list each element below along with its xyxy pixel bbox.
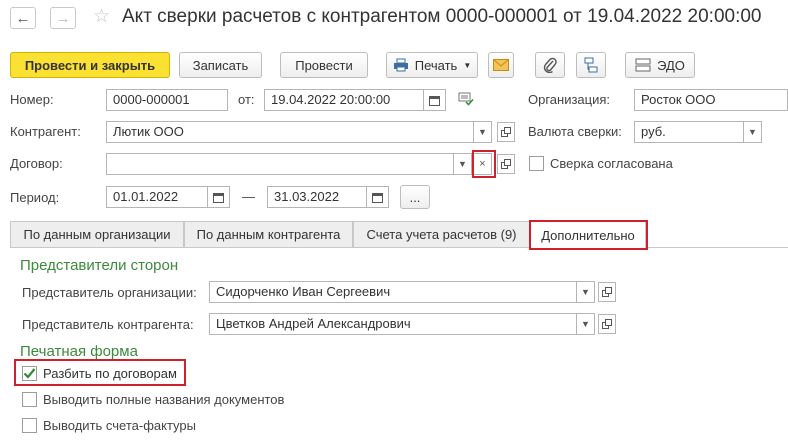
arrow-right-icon: → (55, 9, 71, 27)
open-window-icon (501, 159, 511, 169)
edo-icon (635, 58, 651, 72)
arrow-left-icon: ← (15, 9, 31, 27)
edo-label: ЭДО (657, 57, 685, 73)
contract-open-button[interactable] (497, 154, 515, 174)
currency-label: Валюта сверки: (528, 124, 622, 139)
period-from-calendar-button[interactable] (208, 186, 230, 208)
post-button[interactable]: Провести (280, 52, 368, 78)
tab-organization-data[interactable]: По данным организации (10, 221, 184, 247)
save-button[interactable]: Записать (179, 52, 262, 78)
contract-label: Договор: (10, 156, 63, 171)
number-field[interactable]: 0000-000001 (106, 89, 228, 111)
contractor-representative-field[interactable]: Цветков Андрей Александрович (209, 313, 577, 335)
contractor-representative-dropdown-button[interactable]: ▼ (577, 313, 595, 335)
paperclip-icon (543, 57, 557, 73)
contractor-field[interactable]: Лютик ООО (106, 121, 474, 143)
number-label: Номер: (10, 92, 54, 107)
star-icon[interactable]: ☆ (93, 5, 110, 28)
period-from-field[interactable]: 01.01.2022 (106, 186, 208, 208)
contract-field[interactable] (106, 153, 454, 175)
representatives-section-title: Представители сторон (20, 257, 179, 274)
contractor-label: Контрагент: (10, 124, 81, 139)
reconciliation-agreed-label: Сверка согласована (550, 156, 673, 171)
back-button[interactable]: ← (10, 7, 36, 29)
document-check-icon[interactable] (458, 92, 474, 109)
edo-button[interactable]: ЭДО (625, 52, 695, 78)
contractor-open-button[interactable] (497, 122, 515, 142)
period-to-field[interactable]: 31.03.2022 (267, 186, 367, 208)
contract-dropdown-button[interactable]: ▼ (454, 153, 472, 175)
org-representative-dropdown-button[interactable]: ▼ (577, 281, 595, 303)
dropdown-arrow-icon: ▼ (581, 287, 590, 297)
printer-icon (393, 58, 408, 72)
period-to-calendar-button[interactable] (367, 186, 389, 208)
split-checkbox-highlight (14, 359, 186, 386)
calendar-icon (213, 192, 224, 203)
organization-field[interactable]: Росток ООО (634, 89, 788, 111)
print-label: Печать (414, 57, 458, 73)
print-form-section-title: Печатная форма (20, 343, 138, 360)
clear-button-highlight (472, 150, 496, 178)
dropdown-arrow-icon: ▼ (458, 159, 467, 169)
post-and-close-label: Провести и закрыть (24, 57, 156, 73)
tab-accounts[interactable]: Счета учета расчетов (9) (353, 221, 530, 247)
envelope-icon (493, 59, 509, 71)
save-label: Записать (192, 57, 249, 73)
additional-tab-highlight (529, 220, 648, 250)
forward-button[interactable]: → (50, 7, 76, 29)
tab-label: По данным контрагента (196, 227, 341, 242)
open-window-icon (602, 319, 612, 329)
organization-label: Организация: (528, 92, 611, 107)
calendar-button[interactable] (424, 89, 446, 111)
contractor-representative-label: Представитель контрагента: (22, 317, 194, 332)
print-button[interactable]: Печать ▼ (386, 52, 478, 78)
currency-field[interactable]: руб. (634, 121, 744, 143)
post-label: Провести (295, 57, 353, 73)
email-button[interactable] (488, 52, 514, 78)
contractor-dropdown-button[interactable]: ▼ (474, 121, 492, 143)
page-title: Акт сверки расчетов с контрагентом 0000-… (122, 6, 762, 27)
reconciliation-agreed-checkbox[interactable] (529, 156, 544, 171)
dropdown-arrow-icon: ▼ (478, 127, 487, 137)
tab-label: Счета учета расчетов (9) (366, 227, 517, 242)
post-and-close-button[interactable]: Провести и закрыть (10, 52, 170, 78)
period-select-label: ... (409, 189, 421, 205)
org-representative-label: Представитель организации: (22, 285, 197, 300)
period-dash: — (242, 189, 255, 204)
full-document-names-label: Выводить полные названия документов (43, 392, 285, 407)
period-select-button[interactable]: ... (400, 185, 430, 209)
date-field[interactable]: 19.04.2022 20:00:00 (264, 89, 424, 111)
open-window-icon (602, 287, 612, 297)
org-representative-field[interactable]: Сидорченко Иван Сергеевич (209, 281, 577, 303)
tab-label: По данным организации (23, 227, 171, 242)
dropdown-arrow-icon: ▼ (748, 127, 757, 137)
tab-strip-line (10, 247, 788, 248)
structure-button[interactable] (576, 52, 606, 78)
full-document-names-checkbox[interactable] (22, 392, 37, 407)
dropdown-arrow-icon: ▼ (463, 60, 472, 70)
date-from-label: от: (238, 92, 255, 107)
calendar-icon (429, 95, 440, 106)
open-window-icon (501, 127, 511, 137)
tab-contractor-data[interactable]: По данным контрагента (184, 221, 353, 247)
org-representative-open-button[interactable] (598, 282, 616, 302)
contractor-representative-open-button[interactable] (598, 314, 616, 334)
attach-button[interactable] (535, 52, 565, 78)
currency-dropdown-button[interactable]: ▼ (744, 121, 762, 143)
calendar-icon (372, 192, 383, 203)
period-label: Период: (10, 190, 60, 205)
dropdown-arrow-icon: ▼ (581, 319, 590, 329)
print-invoices-label: Выводить счета-фактуры (43, 418, 196, 433)
structure-icon (584, 57, 598, 73)
print-invoices-checkbox[interactable] (22, 418, 37, 433)
